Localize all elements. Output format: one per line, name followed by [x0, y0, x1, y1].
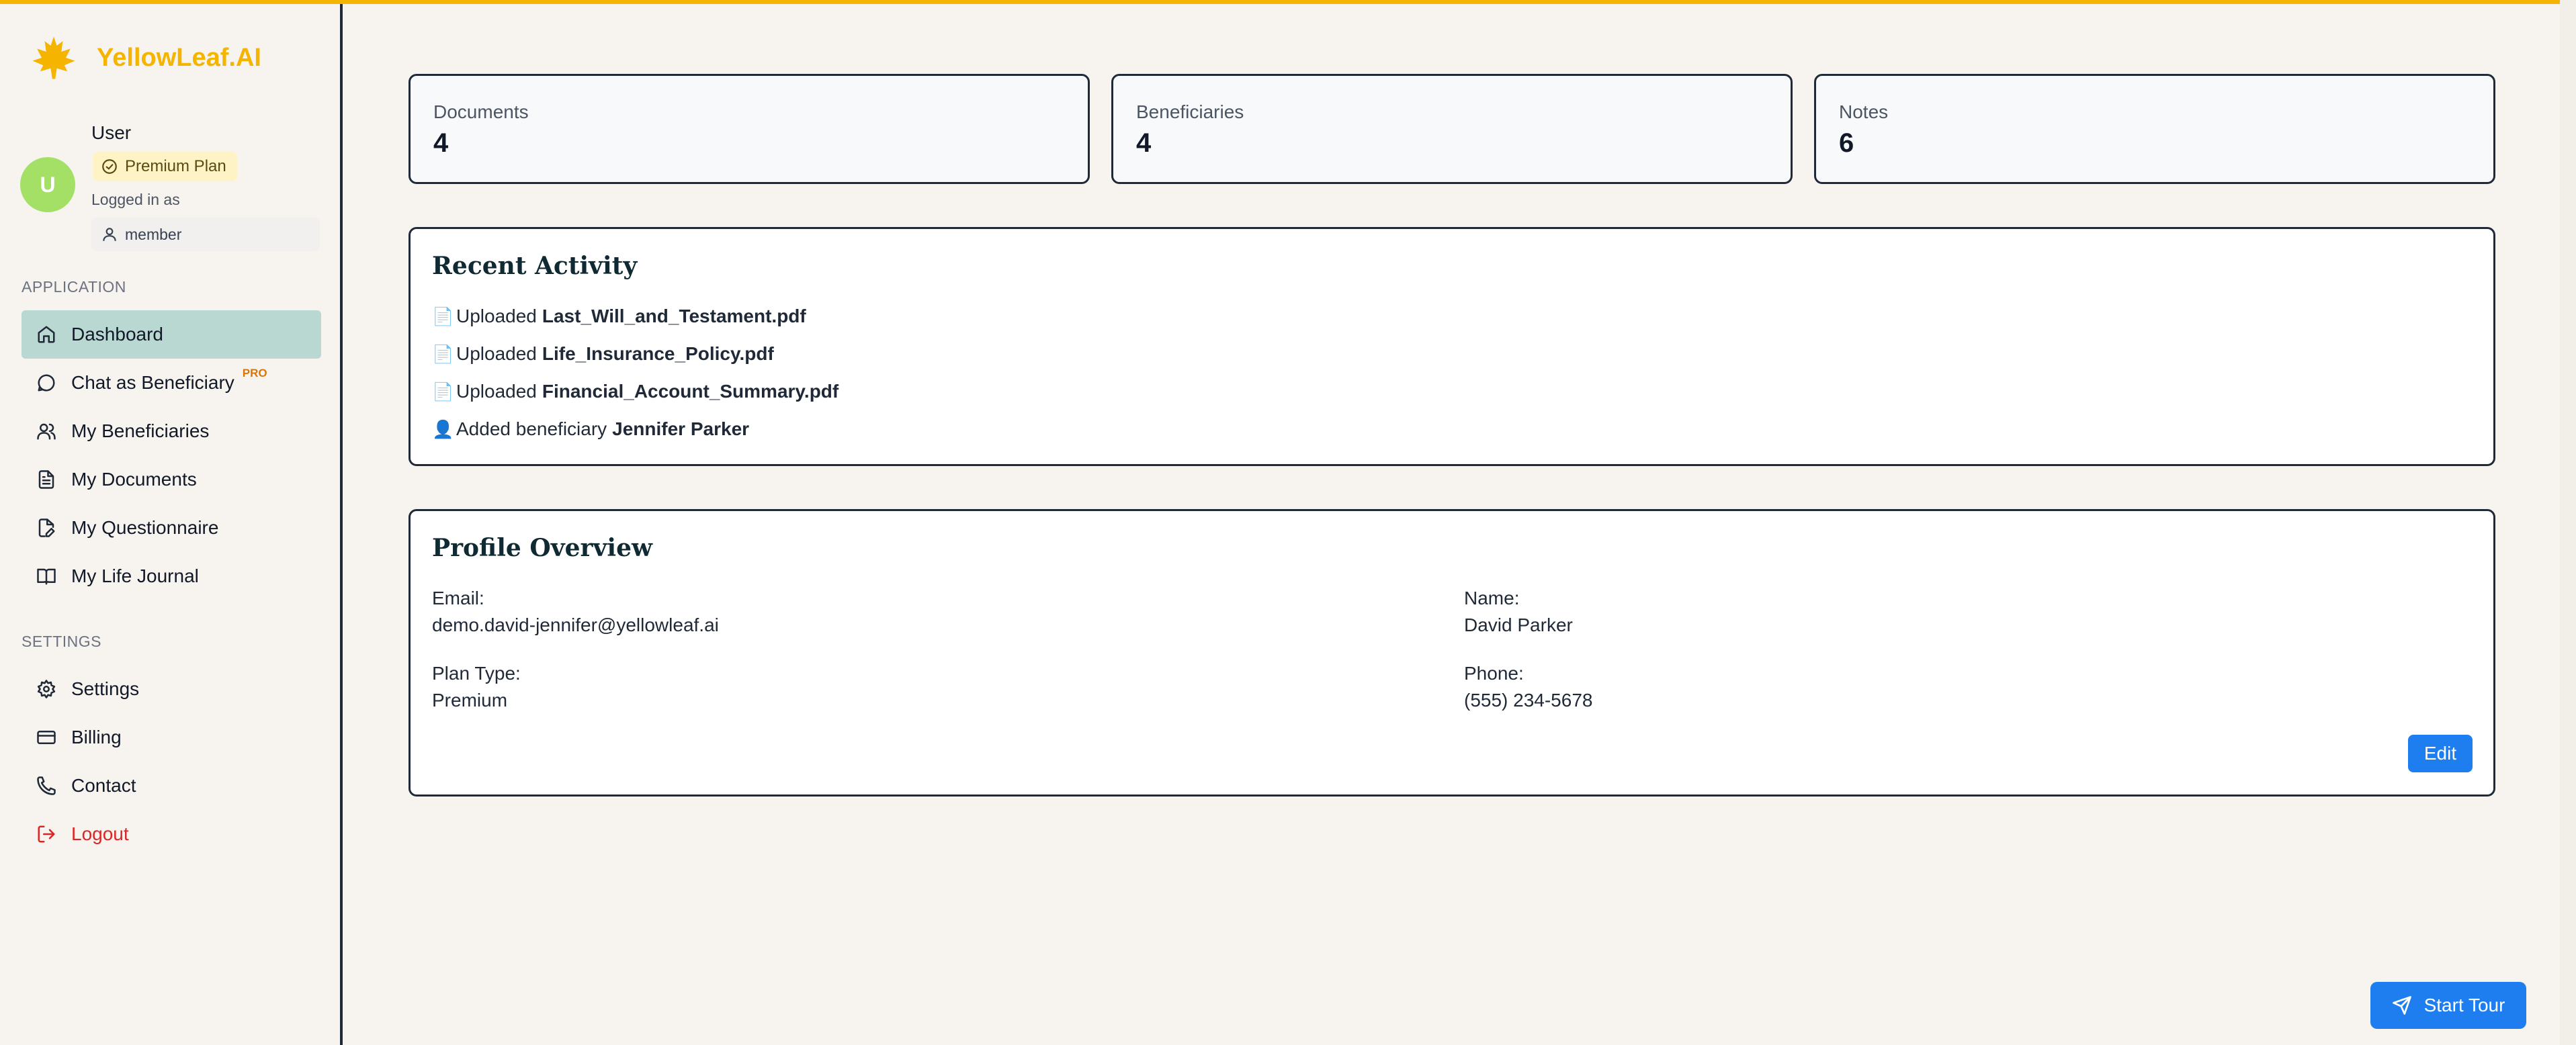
- name-label: Name:: [1464, 588, 1520, 608]
- nav-chat-as-beneficiary[interactable]: Chat as Beneficiary PRO: [22, 359, 321, 407]
- stat-value: 4: [1136, 128, 1152, 158]
- stat-label: Beneficiaries: [1136, 101, 1244, 122]
- nav-beneficiaries-label: My Beneficiaries: [71, 420, 210, 441]
- scrollbar-track[interactable]: [2560, 0, 2576, 1045]
- stat-card-beneficiaries: Beneficiaries 4: [1111, 74, 1793, 184]
- person-icon: [103, 228, 116, 241]
- pro-badge: PRO: [242, 367, 267, 379]
- document-icon: [38, 470, 54, 489]
- recent-activity-title: Recent Activity: [432, 252, 638, 280]
- recent-activity-panel: Recent Activity 📄 Uploaded Last_Will_and…: [409, 227, 2495, 466]
- file-edit-icon: [38, 518, 55, 537]
- nav-billing[interactable]: Billing: [22, 713, 321, 762]
- sidebar: YellowLeaf.AI U User Premium Plan Logged…: [0, 4, 343, 1045]
- plan-badge: Premium Plan: [93, 152, 237, 181]
- profile-overview-title: Profile Overview: [432, 534, 652, 562]
- check-circle-icon: [102, 159, 117, 174]
- role-chip: member: [91, 218, 320, 251]
- nav-questionnaire-label: My Questionnaire: [71, 517, 219, 538]
- stat-label: Notes: [1839, 101, 1889, 122]
- credit-card-icon: [37, 731, 56, 744]
- activity-item: 📄 Uploaded Last_Will_and_Testament.pdf: [432, 306, 806, 326]
- nav-dashboard[interactable]: Dashboard: [22, 310, 321, 359]
- activity-item: 📄 Uploaded Life_Insurance_Policy.pdf: [432, 343, 774, 364]
- role-label: member: [125, 225, 182, 243]
- home-icon: [38, 326, 55, 343]
- nav-dashboard-label: Dashboard: [71, 324, 163, 345]
- document-icon: 📄: [432, 381, 454, 402]
- book-icon: [37, 568, 56, 585]
- nav-contact-label: Contact: [71, 775, 136, 796]
- users-icon: [37, 423, 56, 440]
- nav-chat-label: Chat as Beneficiary: [71, 372, 234, 393]
- nav-settings[interactable]: Settings: [22, 665, 321, 713]
- nav-documents-label: My Documents: [71, 469, 197, 490]
- nav-my-documents[interactable]: My Documents: [22, 455, 321, 504]
- logout-icon: [38, 825, 55, 843]
- brand-name: YellowLeaf.AI: [97, 43, 261, 72]
- nav-journal-label: My Life Journal: [71, 565, 199, 586]
- start-tour-label: Start Tour: [2423, 995, 2505, 1015]
- avatar[interactable]: U: [20, 157, 75, 212]
- document-icon: 📄: [432, 343, 454, 364]
- nav-logout-label: Logout: [71, 823, 129, 844]
- logged-in-label: Logged in as: [91, 191, 180, 208]
- stat-value: 4: [433, 128, 449, 158]
- plan-type-value: Premium: [432, 690, 508, 711]
- phone-icon: [37, 776, 56, 795]
- settings-section-label: SETTINGS: [22, 633, 102, 650]
- person-icon: 👤: [432, 418, 454, 439]
- gear-icon: [37, 680, 56, 698]
- plan-badge-label: Premium Plan: [125, 157, 226, 175]
- profile-overview-panel: Profile Overview Email: demo.david-jenni…: [409, 509, 2495, 797]
- nav-my-life-journal[interactable]: My Life Journal: [22, 552, 321, 600]
- application-section-label: APPLICATION: [22, 278, 126, 296]
- brand-logo[interactable]: YellowLeaf.AI: [30, 34, 261, 82]
- stat-value: 6: [1839, 128, 1854, 158]
- edit-profile-button[interactable]: Edit: [2408, 735, 2473, 772]
- nav-billing-label: Billing: [71, 727, 122, 747]
- plan-type-label: Plan Type:: [432, 663, 521, 684]
- nav-contact[interactable]: Contact: [22, 762, 321, 810]
- activity-item: 📄 Uploaded Financial_Account_Summary.pdf: [432, 381, 839, 402]
- email-value: demo.david-jennifer@yellowleaf.ai: [432, 615, 719, 635]
- start-tour-button[interactable]: Start Tour: [2370, 982, 2526, 1029]
- name-value: David Parker: [1464, 615, 1573, 635]
- top-accent-bar: [0, 0, 2576, 4]
- activity-item: 👤 Added beneficiary Jennifer Parker: [432, 418, 750, 439]
- chat-icon: [38, 374, 55, 392]
- document-icon: 📄: [432, 306, 454, 326]
- stat-label: Documents: [433, 101, 529, 122]
- stat-card-documents: Documents 4: [409, 74, 1090, 184]
- email-label: Email:: [432, 588, 484, 608]
- phone-label: Phone:: [1464, 663, 1524, 684]
- maple-leaf-icon: [32, 36, 75, 79]
- stat-card-notes: Notes 6: [1814, 74, 2495, 184]
- user-name: User: [91, 122, 132, 143]
- nav-settings-label: Settings: [71, 678, 140, 699]
- nav-my-questionnaire[interactable]: My Questionnaire: [22, 504, 321, 552]
- phone-value: (555) 234-5678: [1464, 690, 1593, 711]
- nav-logout[interactable]: Logout: [22, 810, 321, 858]
- send-icon: [2392, 996, 2411, 1015]
- nav-my-beneficiaries[interactable]: My Beneficiaries: [22, 407, 321, 455]
